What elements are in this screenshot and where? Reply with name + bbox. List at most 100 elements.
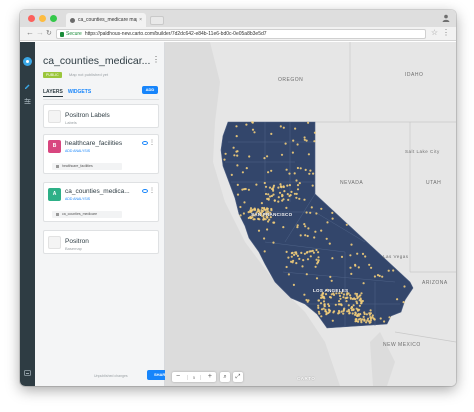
facility-point bbox=[282, 185, 285, 188]
facility-point bbox=[267, 193, 270, 196]
facility-point bbox=[283, 190, 286, 193]
facility-point bbox=[296, 166, 299, 170]
facility-point bbox=[310, 206, 313, 209]
facility-point bbox=[355, 307, 358, 310]
facility-point bbox=[306, 234, 309, 238]
facility-point bbox=[232, 146, 235, 149]
map-canvas[interactable]: OREGON IDAHO NEVADA UTAH ARIZONA NEW MEX… bbox=[165, 42, 456, 386]
browser-tab[interactable]: ca_counties_medicare map | C × bbox=[66, 13, 146, 27]
carto-attribution[interactable]: CARTO bbox=[297, 376, 315, 381]
facility-point bbox=[313, 131, 316, 134]
app-icon-rail bbox=[20, 42, 35, 386]
lock-icon bbox=[60, 31, 64, 37]
add-analysis-link[interactable]: ADD ANALYSIS bbox=[65, 197, 90, 201]
facility-point bbox=[331, 319, 334, 322]
facility-point bbox=[317, 299, 320, 302]
facility-point bbox=[263, 208, 266, 211]
browser-window: ca_counties_medicare map | C × ← → ↻ Sec… bbox=[20, 10, 456, 386]
facility-point bbox=[264, 218, 267, 221]
reload-icon[interactable]: ↻ bbox=[46, 29, 52, 37]
maximize-window-button[interactable] bbox=[50, 15, 57, 22]
facility-point bbox=[326, 221, 329, 224]
facility-point bbox=[338, 303, 342, 306]
map-title[interactable]: ca_counties_medicar... bbox=[43, 55, 153, 67]
facility-point bbox=[245, 167, 248, 170]
facility-point bbox=[378, 274, 381, 277]
map-search-icon[interactable]: ⌕ bbox=[220, 372, 230, 382]
facility-point bbox=[388, 316, 391, 319]
forward-arrow-icon[interactable]: → bbox=[36, 28, 44, 37]
filter-sliders-icon[interactable] bbox=[24, 98, 31, 104]
facility-point bbox=[303, 223, 306, 226]
facility-point bbox=[320, 229, 323, 232]
carto-logo-icon[interactable] bbox=[23, 57, 32, 66]
bookmark-star-icon[interactable]: ☆ bbox=[431, 28, 438, 37]
layer-options-icon[interactable]: ⋮ bbox=[149, 187, 155, 194]
facility-point bbox=[307, 227, 310, 230]
zoom-out-button[interactable]: − bbox=[176, 372, 180, 382]
source-dataset-chip[interactable]: healthcare_facilities bbox=[52, 163, 122, 170]
facility-point bbox=[266, 228, 269, 231]
add-analysis-link[interactable]: ADD ANALYSIS bbox=[65, 149, 90, 153]
facility-point bbox=[305, 273, 308, 276]
facility-point bbox=[319, 302, 323, 305]
zoom-level: 5 bbox=[186, 374, 202, 380]
browser-menu-icon[interactable]: ⋮ bbox=[442, 28, 450, 37]
facility-point bbox=[313, 140, 316, 143]
fullscreen-icon[interactable]: ⤢ bbox=[233, 372, 243, 382]
facility-point bbox=[332, 293, 336, 296]
layer-name: Positron Labels bbox=[65, 112, 110, 119]
map-graphic bbox=[165, 42, 456, 386]
carto-favicon-icon bbox=[70, 17, 75, 23]
tab-layers[interactable]: LAYERS bbox=[43, 89, 63, 97]
keyboard-icon[interactable] bbox=[24, 370, 31, 376]
zoom-in-button[interactable]: + bbox=[208, 372, 212, 382]
facility-point bbox=[280, 153, 284, 156]
back-arrow-icon[interactable]: ← bbox=[26, 28, 34, 37]
facility-point bbox=[347, 308, 350, 311]
facility-point bbox=[342, 296, 345, 299]
privacy-badge[interactable]: PUBLIC bbox=[43, 72, 62, 78]
facility-point bbox=[371, 316, 374, 319]
region-label-idaho: IDAHO bbox=[405, 72, 424, 78]
layer-card-positron-labels[interactable]: Positron Labels Labels bbox=[43, 104, 159, 128]
url-field[interactable]: Secure https://paldhous-new.carto.com/bu… bbox=[56, 29, 426, 39]
facility-point bbox=[242, 212, 245, 215]
close-window-button[interactable] bbox=[28, 15, 35, 22]
source-dataset-chip[interactable]: ca_counties_medicare bbox=[52, 211, 122, 218]
zoom-control: − 5 + bbox=[172, 372, 216, 382]
title-options-icon[interactable]: ⋮ bbox=[152, 55, 160, 64]
facility-point bbox=[340, 310, 343, 313]
facility-point bbox=[354, 263, 357, 266]
facility-point bbox=[305, 298, 308, 302]
facility-point bbox=[331, 211, 334, 214]
layer-card-positron-basemap[interactable]: Positron Basemap bbox=[43, 230, 159, 254]
visibility-eye-icon[interactable] bbox=[142, 189, 148, 193]
new-tab-button[interactable] bbox=[150, 16, 164, 25]
facility-point bbox=[311, 184, 314, 187]
visibility-eye-icon[interactable] bbox=[142, 141, 148, 145]
facility-point bbox=[328, 295, 332, 299]
facility-point bbox=[249, 207, 253, 210]
facility-point bbox=[291, 151, 294, 154]
layer-options-icon[interactable]: ⋮ bbox=[149, 139, 155, 146]
facility-point bbox=[403, 285, 406, 288]
facility-point bbox=[306, 251, 309, 254]
add-layer-button[interactable]: ADD bbox=[142, 86, 158, 94]
layer-card-ca-counties-medicare[interactable]: A ca_counties_medica... ADD ANALYSIS ⋮ c… bbox=[43, 182, 159, 222]
facility-point bbox=[329, 275, 332, 278]
facility-point bbox=[292, 259, 295, 262]
facility-point bbox=[292, 283, 295, 286]
tab-widgets[interactable]: WIDGETS bbox=[68, 89, 91, 97]
minimize-window-button[interactable] bbox=[39, 15, 46, 22]
source-name: ca_counties_medicare bbox=[62, 212, 98, 216]
edit-pencil-icon[interactable] bbox=[24, 84, 31, 90]
facility-point bbox=[279, 125, 282, 128]
facility-point bbox=[236, 183, 239, 186]
tab-close-icon[interactable]: × bbox=[139, 17, 142, 23]
facility-point bbox=[357, 314, 360, 317]
facility-point bbox=[305, 211, 308, 214]
profile-icon[interactable] bbox=[442, 14, 450, 22]
facility-point bbox=[350, 243, 353, 246]
layer-card-healthcare-facilities[interactable]: B healthcare_facilities ADD ANALYSIS ⋮ h… bbox=[43, 134, 159, 174]
